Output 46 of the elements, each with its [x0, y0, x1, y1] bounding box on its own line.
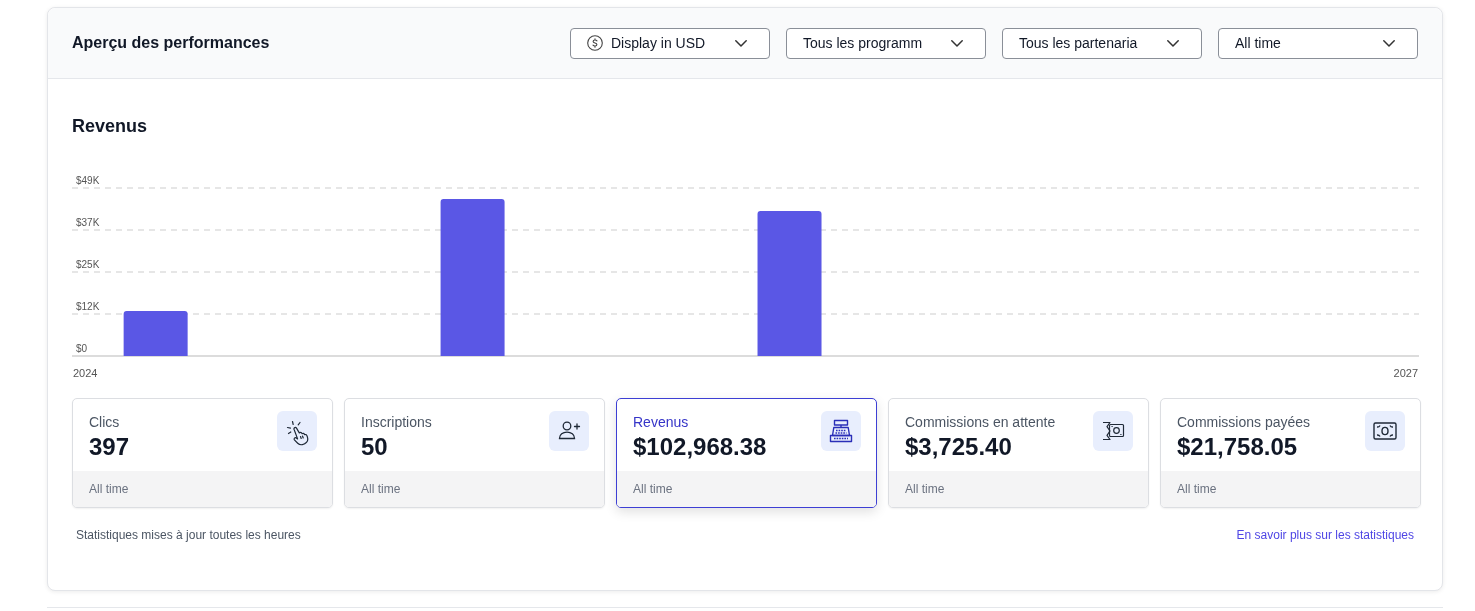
chevron-down-icon [735, 39, 747, 47]
y-axis-label: $49K [76, 175, 100, 186]
stat-label: Clics [89, 414, 121, 431]
chevron-down-icon [1383, 39, 1395, 47]
dollar-icon [587, 35, 603, 51]
stat-value: 50 [361, 433, 389, 461]
banknote-icon [1365, 411, 1405, 451]
learn-more-link[interactable]: En savoir plus sur les statistiques [1236, 528, 1414, 542]
stat-card[interactable]: Commissions payées $21,758.05 All time [1160, 398, 1421, 508]
stat-period: All time [73, 471, 332, 507]
stat-card[interactable]: Commissions en attente $3,725.40 All time [888, 398, 1149, 508]
stat-period: All time [617, 471, 876, 507]
cash-register-icon [821, 411, 861, 451]
chart-title: Revenus [72, 115, 149, 137]
user-plus-icon [549, 411, 589, 451]
stat-card[interactable]: Revenus $102,968.38 All time [616, 398, 877, 508]
y-axis-label: $25K [76, 259, 100, 270]
stat-value: $21,758.05 [1177, 433, 1299, 461]
section-title: Aperçu des performances [72, 34, 270, 52]
stat-label: Inscriptions [361, 414, 432, 431]
stat-value: $102,968.38 [633, 433, 767, 461]
stat-label: Commissions en attente [905, 414, 1056, 431]
x-axis-label: 2027 [1393, 367, 1419, 379]
filter-dropdown[interactable]: Tous les partenaria [1002, 27, 1202, 59]
stat-value: 397 [89, 433, 130, 461]
filter-dropdown[interactable]: Display in USD [570, 27, 770, 59]
chevron-down-icon [1167, 39, 1179, 47]
stat-period: All time [345, 471, 604, 507]
filter-dropdown[interactable]: All time [1218, 27, 1418, 59]
stat-label: Commissions payées [1177, 414, 1311, 431]
money-ticket-icon [1093, 411, 1133, 451]
stat-period: All time [889, 471, 1148, 507]
x-axis-label: 2024 [72, 367, 98, 379]
stat-card[interactable]: Clics 397 All time [72, 398, 333, 508]
chevron-down-icon [951, 39, 963, 47]
y-axis-label: $12K [76, 301, 100, 312]
stat-period: All time [1161, 471, 1420, 507]
revenue-bar [123, 311, 188, 356]
stat-label: Revenus [633, 414, 690, 431]
stat-value: $3,725.40 [905, 433, 1013, 461]
filter-dropdown[interactable]: Tous les programm [786, 27, 986, 59]
stat-card[interactable]: Inscriptions 50 All time [344, 398, 605, 508]
cursor-click-icon [277, 411, 317, 451]
y-axis-label: $0 [76, 343, 88, 354]
y-axis-label: $37K [76, 217, 100, 228]
update-note: Statistiques mises à jour toutes les heures [76, 528, 301, 542]
